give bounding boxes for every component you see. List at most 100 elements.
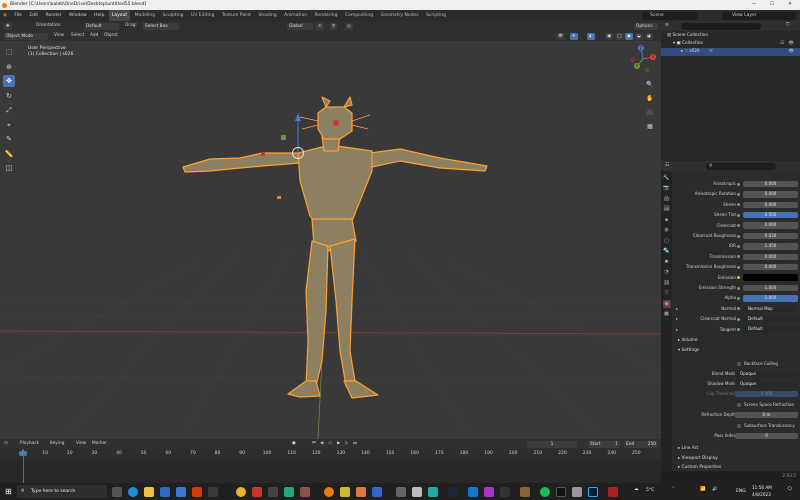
transform-orientation-dropdown[interactable]: Global — [287, 22, 313, 30]
tab-texture-paint[interactable]: Texture Paint — [219, 10, 254, 21]
jump-start-icon[interactable]: ⏮ — [312, 439, 316, 449]
socket-link-icon[interactable] — [737, 296, 740, 300]
tab-animation[interactable]: Animation — [281, 10, 310, 21]
settings-panel-header[interactable]: ▾ Settings — [672, 347, 800, 355]
vscode-icon[interactable] — [468, 486, 478, 497]
menu-render[interactable]: Render — [43, 10, 65, 21]
language-indicator[interactable]: ENG — [736, 489, 746, 494]
store-icon[interactable] — [176, 486, 186, 497]
outliner-row-scene-collection[interactable]: ▤ Scene Collection — [661, 32, 800, 40]
timeline-track[interactable] — [0, 449, 661, 483]
grid-perspective-icon[interactable]: ▦ — [645, 122, 655, 132]
outliner-row-collection[interactable]: ▾ ▣ Collection ☑ 👁 — [661, 40, 800, 48]
zoom-icon[interactable]: 🔍 — [645, 80, 655, 90]
outliner-search-field[interactable] — [681, 22, 761, 30]
menu-marker[interactable]: Marker — [92, 439, 107, 449]
menu-edit[interactable]: Edit — [26, 10, 41, 21]
steam-icon[interactable] — [448, 486, 458, 497]
property-value-field[interactable]: 1.450 — [743, 243, 798, 250]
app-white-icon[interactable] — [412, 486, 422, 497]
minimize-icon[interactable]: — — [745, 0, 763, 10]
exclude-checkbox-icon[interactable]: ☑ — [780, 40, 784, 48]
navigation-gizmo[interactable]: X Z Y — [628, 44, 658, 74]
character-model[interactable] — [182, 96, 488, 399]
orientation-dropdown[interactable]: Default — [84, 22, 119, 30]
property-value-field[interactable]: 0.000 — [743, 201, 798, 209]
particles-tab-icon[interactable]: ✺ — [663, 258, 671, 266]
line-art-panel-header[interactable]: ▸ Line Art — [672, 445, 800, 453]
socket-link-icon[interactable] — [737, 234, 740, 238]
drag-dropdown[interactable]: Select Box — [143, 22, 179, 30]
tray-chevron-icon[interactable]: ˄ — [672, 487, 674, 492]
filter-icon[interactable]: ⛉ — [786, 21, 789, 31]
blender-taskbar-icon[interactable] — [324, 486, 334, 497]
menu-select[interactable]: Select — [71, 31, 84, 41]
xbox-icon[interactable] — [208, 486, 218, 497]
subsurface-translucency-row[interactable]: Subsurface Translucency — [672, 422, 800, 430]
property-value-field[interactable] — [743, 274, 798, 281]
weather-icon[interactable]: ☁ — [634, 487, 639, 492]
chrome-icon[interactable] — [236, 486, 246, 497]
property-value-field[interactable]: 0.500 — [743, 211, 798, 219]
tool-tab-icon[interactable]: 🔧 — [663, 174, 671, 182]
menu-timeline-view[interactable]: View — [76, 439, 86, 449]
world-tab-icon[interactable]: ◍ — [663, 226, 671, 234]
property-value-field[interactable]: 0.000 — [743, 191, 798, 198]
visibility-eye-icon[interactable]: 👁 — [789, 48, 794, 56]
property-value-field[interactable]: Default — [743, 315, 798, 323]
socket-link-icon[interactable] — [737, 265, 740, 269]
expand-arrow-icon[interactable]: ▸ — [676, 305, 678, 313]
start-frame-field[interactable]: Start 1 — [588, 440, 620, 448]
clock-date[interactable]: 4/8/2023 — [752, 492, 771, 497]
visibility-icon[interactable]: 👁 — [556, 32, 566, 40]
snap-icon[interactable]: ⚲ — [330, 22, 338, 30]
property-value-field[interactable]: 0.000 — [743, 222, 798, 229]
menu-window[interactable]: Window — [66, 10, 90, 21]
app-red2-icon[interactable] — [608, 486, 618, 497]
property-value-field[interactable]: Normal Map — [743, 305, 798, 313]
tab-sculpting[interactable]: Sculpting — [160, 10, 187, 21]
shading-material-icon[interactable]: ◒ — [635, 32, 643, 40]
menu-keying[interactable]: Keying — [50, 439, 64, 449]
windows-start-icon[interactable]: ⊞ — [5, 487, 12, 496]
app-brown-icon[interactable] — [520, 486, 530, 497]
add-cube-icon[interactable]: ◫ — [3, 162, 15, 174]
jump-end-icon[interactable]: ⏭ — [353, 439, 357, 449]
app-purple-icon[interactable] — [300, 486, 310, 497]
menu-object[interactable]: Object — [104, 31, 118, 41]
tab-layout[interactable]: Layout — [108, 10, 131, 21]
current-frame-field[interactable]: 1 — [527, 440, 577, 448]
app-dark-icon[interactable] — [268, 486, 278, 497]
socket-link-icon[interactable] — [737, 203, 740, 207]
screen-space-refraction-row[interactable]: Screen Space Refraction — [672, 401, 800, 409]
physics-tab-icon[interactable]: ◔ — [663, 268, 671, 276]
material-tab-icon[interactable]: ● — [662, 299, 671, 308]
expand-arrow-icon[interactable]: ▸ — [676, 326, 678, 334]
close-icon[interactable]: ✕ — [781, 0, 799, 10]
rotate-icon[interactable]: ↻ — [3, 90, 15, 102]
tab-shading[interactable]: Shading — [255, 10, 279, 21]
outliner-type-icon[interactable]: ☰ — [665, 21, 669, 31]
mail-icon[interactable] — [160, 486, 170, 497]
app-gray-icon[interactable] — [396, 486, 406, 497]
volume-panel-header[interactable]: ▸ Volume — [672, 337, 800, 345]
refraction-depth-field[interactable]: 0 m — [735, 411, 798, 419]
photoshop-icon[interactable] — [588, 486, 598, 497]
app-green-icon[interactable] — [284, 486, 294, 497]
blend-mode-dropdown[interactable]: Opaque — [735, 370, 798, 378]
output-tab-icon[interactable]: 🖨 — [663, 195, 671, 203]
options-dropdown[interactable]: Options — [634, 22, 658, 30]
property-value-field[interactable]: 0.030 — [743, 232, 798, 240]
socket-link-icon[interactable] — [737, 182, 740, 186]
backface-culling-checkbox[interactable] — [737, 362, 741, 366]
app-teal-icon[interactable] — [428, 486, 438, 497]
data-tab-icon[interactable]: ▽ — [663, 289, 671, 297]
gizmo-toggle-icon[interactable]: ✣ — [570, 32, 578, 40]
play-reverse-icon[interactable]: ◁ — [328, 439, 331, 449]
3d-viewport[interactable] — [0, 41, 661, 439]
menu-view[interactable]: View — [54, 31, 64, 41]
tab-scripting[interactable]: Scripting — [423, 10, 449, 21]
object-tab-icon[interactable]: ▢ — [663, 237, 671, 245]
select-box-icon[interactable]: ⬚ — [3, 46, 15, 58]
properties-type-icon[interactable]: ☷ — [665, 162, 669, 168]
